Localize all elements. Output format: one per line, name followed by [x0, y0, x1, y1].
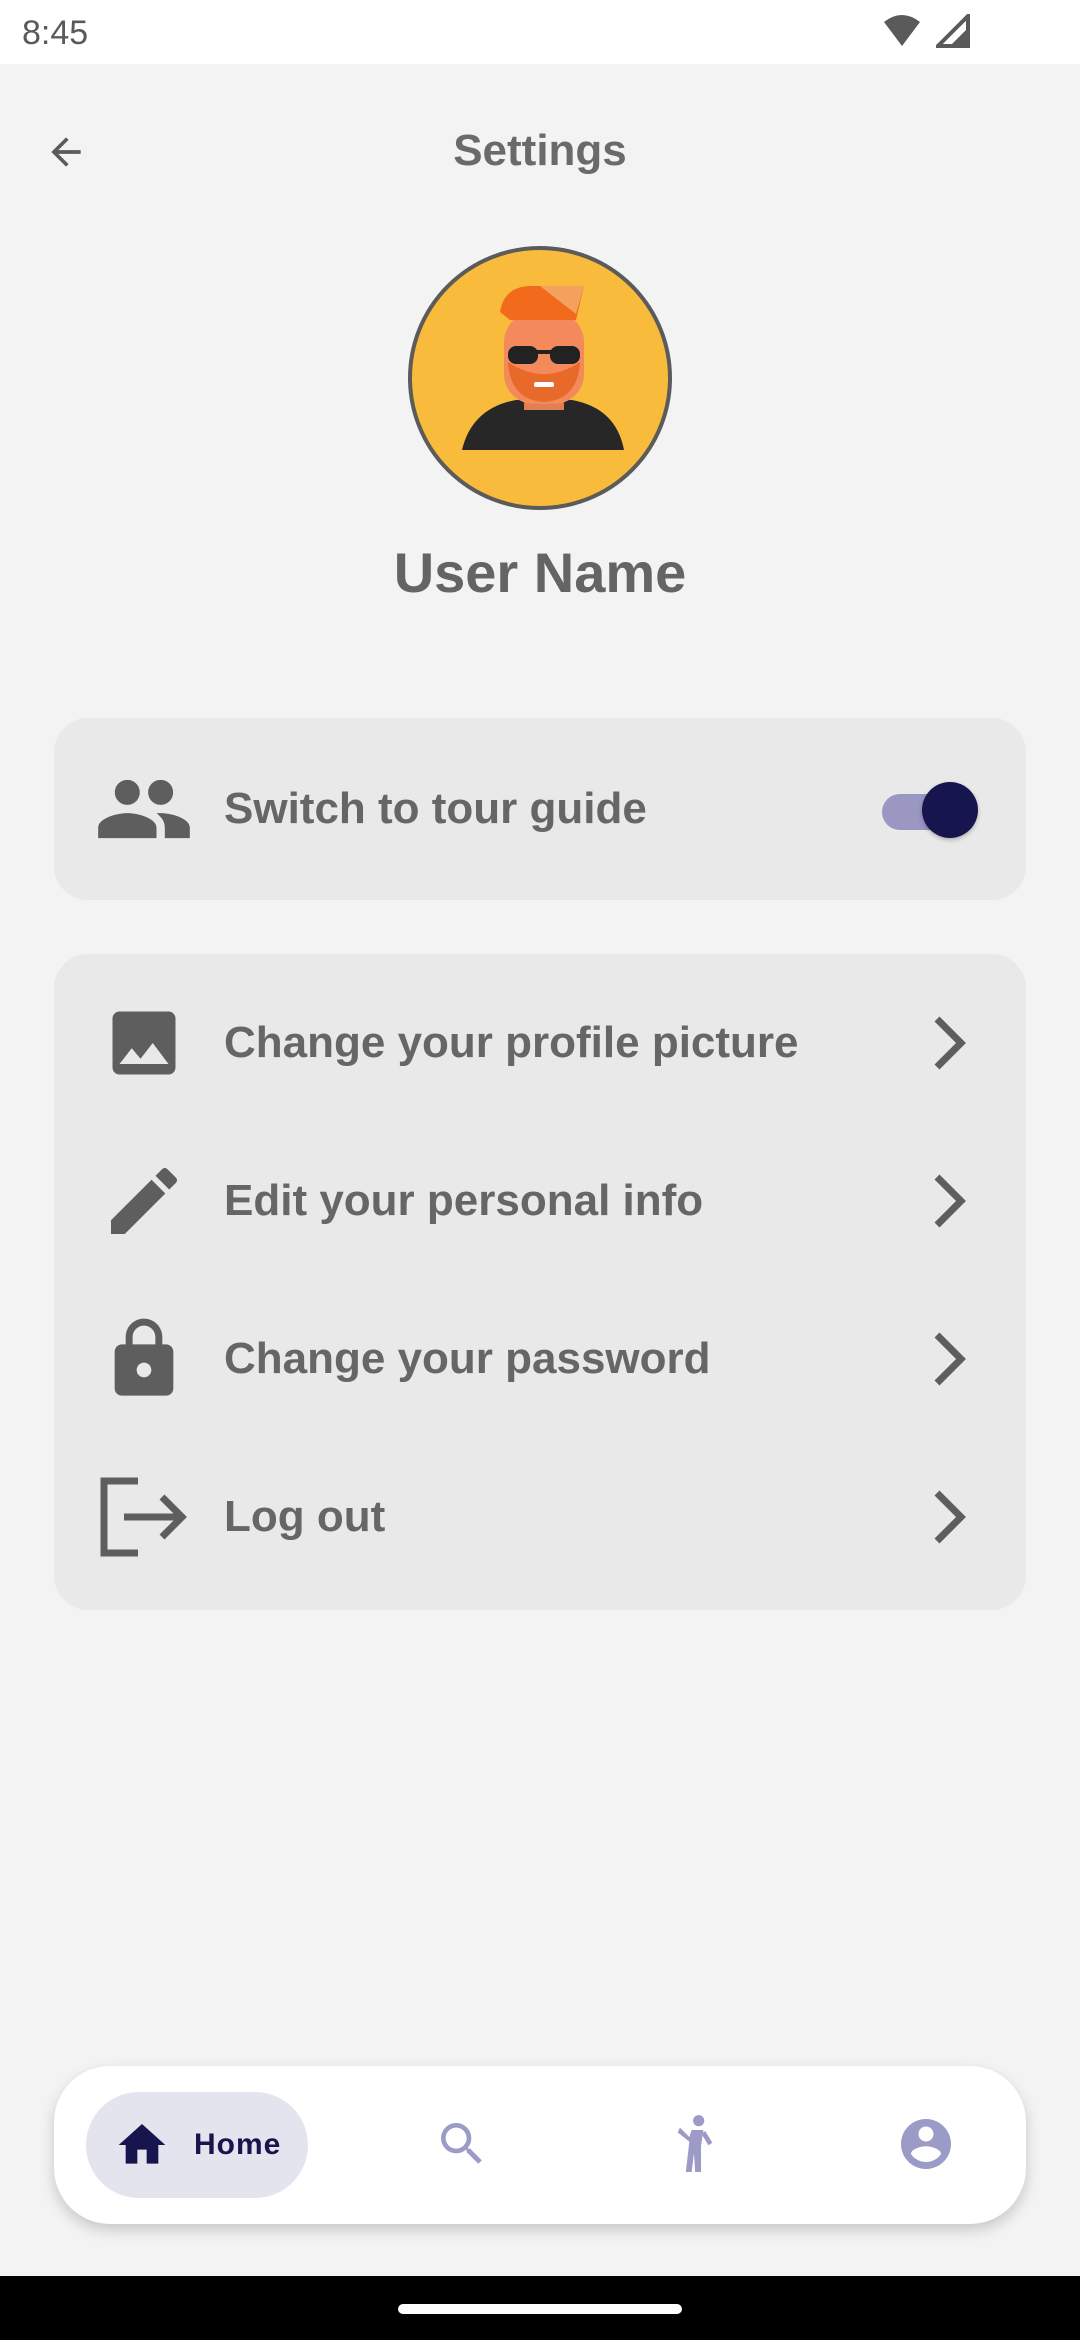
menu-item-label: Edit your personal info — [224, 1176, 704, 1225]
status-bar: 8:45 — [0, 0, 1080, 64]
menu-item-log-out[interactable]: Log out — [54, 1438, 1026, 1596]
lock-icon — [94, 1309, 194, 1409]
avatar-man-sunglasses-icon — [462, 286, 624, 450]
tour-guide-card: Switch to tour guide — [54, 718, 1026, 900]
status-time: 8:45 — [22, 14, 89, 52]
tour-guide-row[interactable]: Switch to tour guide — [54, 730, 1026, 888]
menu-item-label: Log out — [224, 1492, 386, 1541]
chevron-right-icon — [924, 1171, 974, 1231]
wifi-icon — [882, 14, 922, 48]
logout-icon — [94, 1467, 194, 1567]
pencil-icon — [94, 1151, 194, 1251]
nav-home-label: Home — [194, 2128, 282, 2161]
system-gesture-bar — [0, 2276, 1080, 2340]
menu-item-edit-personal-info[interactable]: Edit your personal info — [54, 1122, 1026, 1280]
search-icon — [434, 2116, 490, 2177]
menu-item-label: Change your profile picture — [224, 1018, 799, 1067]
user-name: User Name — [393, 541, 687, 604]
cell-signal-icon — [936, 14, 970, 48]
account-circle-icon — [896, 2114, 956, 2179]
avatar — [408, 246, 672, 510]
people-icon — [94, 759, 194, 859]
home-icon — [112, 2115, 172, 2175]
tour-guide-toggle[interactable] — [882, 782, 978, 838]
image-icon — [94, 993, 194, 1093]
nav-search-button[interactable] — [430, 2114, 494, 2178]
bottom-navigation: Home — [54, 2066, 1026, 2224]
chevron-right-icon — [924, 1329, 974, 1389]
menu-item-label: Change your password — [224, 1334, 711, 1383]
nav-profile-button[interactable] — [894, 2114, 958, 2178]
nav-home-button[interactable]: Home — [86, 2092, 308, 2198]
person-walking-icon — [666, 2113, 722, 2180]
menu-item-change-password[interactable]: Change your password — [54, 1280, 1026, 1438]
chevron-right-icon — [924, 1487, 974, 1547]
status-icons — [882, 14, 970, 48]
page-title: Settings — [453, 126, 627, 175]
settings-menu-card: Change your profile picture Edit your pe… — [54, 954, 1026, 1610]
nav-tours-button[interactable] — [662, 2114, 726, 2178]
toggle-thumb — [922, 782, 978, 838]
chevron-right-icon — [924, 1013, 974, 1073]
tour-guide-label: Switch to tour guide — [224, 784, 647, 833]
home-gesture-pill[interactable] — [398, 2304, 682, 2314]
menu-item-change-profile-picture[interactable]: Change your profile picture — [54, 964, 1026, 1122]
app-header: Settings — [0, 64, 1080, 244]
